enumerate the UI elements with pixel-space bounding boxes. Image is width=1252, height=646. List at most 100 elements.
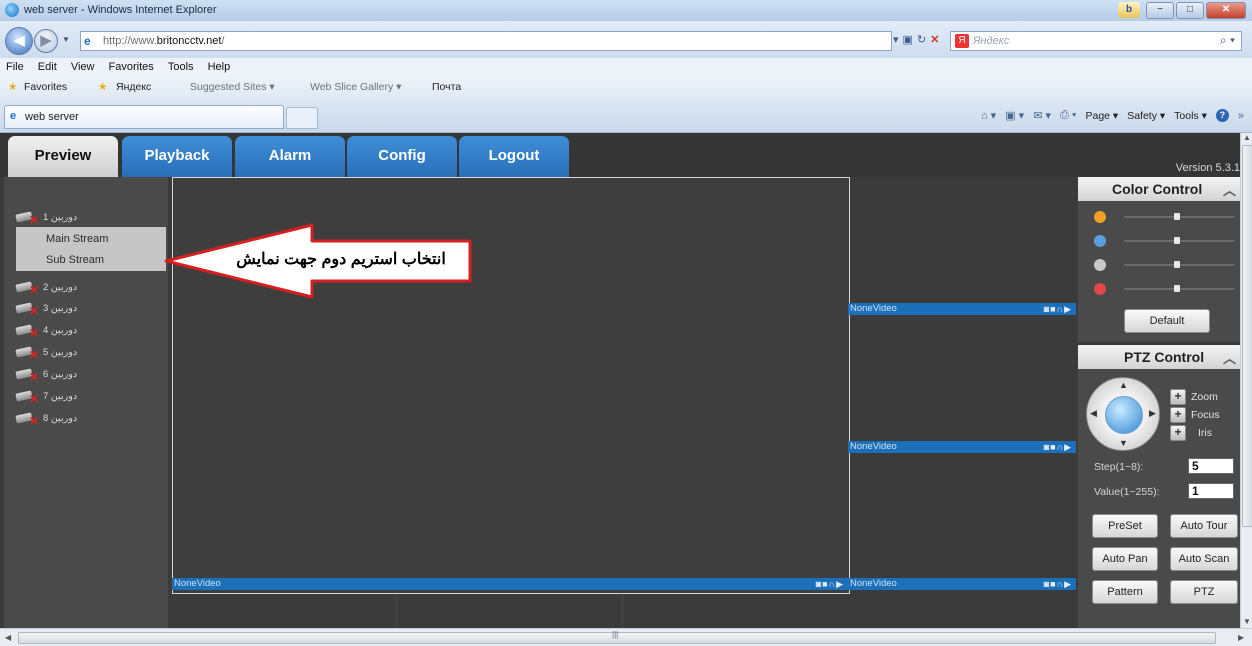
down-arrow-icon[interactable]: ▼ xyxy=(1119,438,1128,448)
right-arrow-icon[interactable]: ▶ xyxy=(1149,408,1156,419)
url-suffix: / xyxy=(221,35,225,47)
scroll-right-icon[interactable]: ▶ xyxy=(1238,633,1244,642)
camera-item-6[interactable]: ✕ دوربین 6 xyxy=(15,366,166,384)
camera-item-5[interactable]: ✕ دوربین 5 xyxy=(15,344,166,362)
camera-item-4[interactable]: ✕ دوربین 4 xyxy=(15,322,166,340)
menu-file[interactable]: File xyxy=(0,58,29,73)
menu-view[interactable]: View xyxy=(65,58,100,73)
favorite-yandex[interactable]: Яндекс xyxy=(116,81,151,93)
step-input[interactable]: 5 xyxy=(1188,458,1234,474)
history-dropdown-icon[interactable]: ▼ xyxy=(62,35,70,44)
instruction-arrow: انتخاب استریم دوم جهت نمایش xyxy=(164,223,474,299)
app-nav-tabs: Preview Playback Alarm Config Logout Ver… xyxy=(0,133,1240,177)
stop-icon[interactable]: ✕ xyxy=(930,31,939,49)
favorite-web-slice-gallery[interactable]: Web Slice Gallery ▾ xyxy=(310,81,401,93)
auto-scan-button[interactable]: Auto Scan xyxy=(1170,547,1238,571)
video-controls-icon[interactable]: ◙■∩▶ xyxy=(1044,303,1072,315)
home-icon[interactable]: ⌂ ▾ xyxy=(981,109,996,122)
collapse-icon[interactable]: ︿ xyxy=(1223,180,1236,199)
refresh-icon[interactable]: ↻ xyxy=(917,31,926,49)
scroll-up-icon[interactable]: ▲ xyxy=(1243,133,1251,142)
contrast-slider[interactable] xyxy=(1094,235,1234,249)
search-input[interactable]: Я Яндекс ⌕ ▾ xyxy=(950,31,1242,51)
menu-help[interactable]: Help xyxy=(202,58,236,73)
video-label: NoneVideo xyxy=(850,441,897,452)
new-tab-button[interactable] xyxy=(286,107,318,129)
color-control-header[interactable]: Color Control ︿ xyxy=(1078,177,1240,201)
tab-logout[interactable]: Logout xyxy=(459,136,569,177)
add-favorite-icon[interactable]: ★ xyxy=(98,81,107,93)
color-control-title: Color Control xyxy=(1112,181,1203,197)
camera-item-8[interactable]: ✕ دوربین 8 xyxy=(15,410,166,428)
tab-alarm[interactable]: Alarm xyxy=(235,136,345,177)
brightness-slider[interactable] xyxy=(1094,211,1234,225)
tab-page-icon: e xyxy=(10,110,17,122)
video-controls-icon[interactable]: ◙■∩▶ xyxy=(1044,441,1072,453)
page-menu[interactable]: Page ▾ xyxy=(1085,110,1118,122)
horizontal-scrollbar[interactable]: ◀ ||| ▶ xyxy=(0,628,1252,646)
forward-button[interactable]: ▶ xyxy=(34,29,58,53)
tab-preview[interactable]: Preview xyxy=(8,136,118,177)
browser-tab[interactable]: e web server xyxy=(4,105,284,129)
help-icon[interactable]: ? xyxy=(1215,109,1229,122)
up-arrow-icon[interactable]: ▲ xyxy=(1119,380,1128,390)
mail-icon[interactable]: ✉ ▾ xyxy=(1033,109,1051,122)
video-controls-icon[interactable]: ◙■∩▶ xyxy=(816,578,844,590)
compat-view-icon[interactable]: ▣ xyxy=(903,31,913,49)
camera-offline-icon: ✕ xyxy=(15,368,40,383)
auto-tour-button[interactable]: Auto Tour xyxy=(1170,514,1238,538)
tools-menu[interactable]: Tools ▾ xyxy=(1174,110,1207,122)
ptz-control-header[interactable]: PTZ Control ︿ xyxy=(1078,345,1240,369)
pattern-button[interactable]: Pattern xyxy=(1092,580,1158,604)
print-icon[interactable]: ⎙ ▾ xyxy=(1060,109,1076,122)
ptz-joystick[interactable]: ▲ ▼ ◀ ▶ xyxy=(1086,377,1160,451)
vertical-scroll-thumb[interactable] xyxy=(1242,145,1252,527)
close-button[interactable]: ✕ xyxy=(1206,2,1246,19)
video-controls-icon[interactable]: ◙■∩▶ xyxy=(1044,578,1072,590)
camera-item-3[interactable]: ✕ دوربین 3 xyxy=(15,300,166,318)
video-status-bar: NoneVideo ◙■∩▶ xyxy=(848,441,1076,453)
preset-button[interactable]: PreSet xyxy=(1092,514,1158,538)
main-stream-option[interactable]: Main Stream xyxy=(46,233,108,245)
hue-slider[interactable] xyxy=(1094,283,1234,297)
ptz-center-icon[interactable] xyxy=(1105,396,1143,434)
camera-item-1[interactable]: ✕ دوربین 1 xyxy=(15,209,166,227)
iris-in-button[interactable]: + xyxy=(1170,425,1186,441)
saturation-slider[interactable] xyxy=(1094,259,1234,273)
grid-divider xyxy=(622,592,623,628)
minimize-button[interactable]: − xyxy=(1146,2,1174,19)
search-icon[interactable]: ⌕ ▾ xyxy=(1220,33,1235,48)
back-button[interactable]: ◀ xyxy=(5,27,33,55)
zoom-in-button[interactable]: + xyxy=(1170,389,1186,405)
address-input[interactable]: e http://www.britoncctv.net/ xyxy=(80,31,892,51)
tab-config[interactable]: Config xyxy=(347,136,457,177)
scroll-down-icon[interactable]: ▼ xyxy=(1243,617,1251,626)
default-button[interactable]: Default xyxy=(1124,309,1210,333)
safety-menu[interactable]: Safety ▾ xyxy=(1127,110,1165,122)
menu-tools[interactable]: Tools xyxy=(162,58,199,73)
saturation-icon xyxy=(1094,259,1106,271)
scroll-left-icon[interactable]: ◀ xyxy=(5,633,11,642)
camera-item-7[interactable]: ✕ دوربین 7 xyxy=(15,388,166,406)
feeds-icon[interactable]: ▣ ▾ xyxy=(1005,109,1024,122)
left-arrow-icon[interactable]: ◀ xyxy=(1090,408,1097,419)
camera-item-2[interactable]: ✕ دوربین 2 xyxy=(15,279,166,297)
auto-pan-button[interactable]: Auto Pan xyxy=(1092,547,1158,571)
value-input[interactable]: 1 xyxy=(1188,483,1234,499)
overflow-icon[interactable]: » xyxy=(1238,110,1244,122)
focus-in-button[interactable]: + xyxy=(1170,407,1186,423)
collapse-icon[interactable]: ︿ xyxy=(1223,348,1236,367)
dropdown-icon[interactable]: ▾ xyxy=(893,31,899,49)
favorite-suggested-sites[interactable]: Suggested Sites ▾ xyxy=(190,81,275,93)
ptz-button[interactable]: PTZ xyxy=(1170,580,1238,604)
favorites-button[interactable]: Favorites xyxy=(24,81,67,93)
menu-favorites[interactable]: Favorites xyxy=(103,58,159,73)
web-page: Preview Playback Alarm Config Logout Ver… xyxy=(0,133,1240,628)
menu-edit[interactable]: Edit xyxy=(32,58,62,73)
vertical-scrollbar[interactable]: ▲ ▼ xyxy=(1240,133,1252,628)
maximize-button[interactable]: □ xyxy=(1176,2,1204,19)
favorite-pochta[interactable]: Почта xyxy=(432,81,461,93)
sub-stream-option[interactable]: Sub Stream xyxy=(46,254,104,266)
tab-playback[interactable]: Playback xyxy=(122,136,232,177)
bing-icon[interactable]: b xyxy=(1118,2,1140,18)
